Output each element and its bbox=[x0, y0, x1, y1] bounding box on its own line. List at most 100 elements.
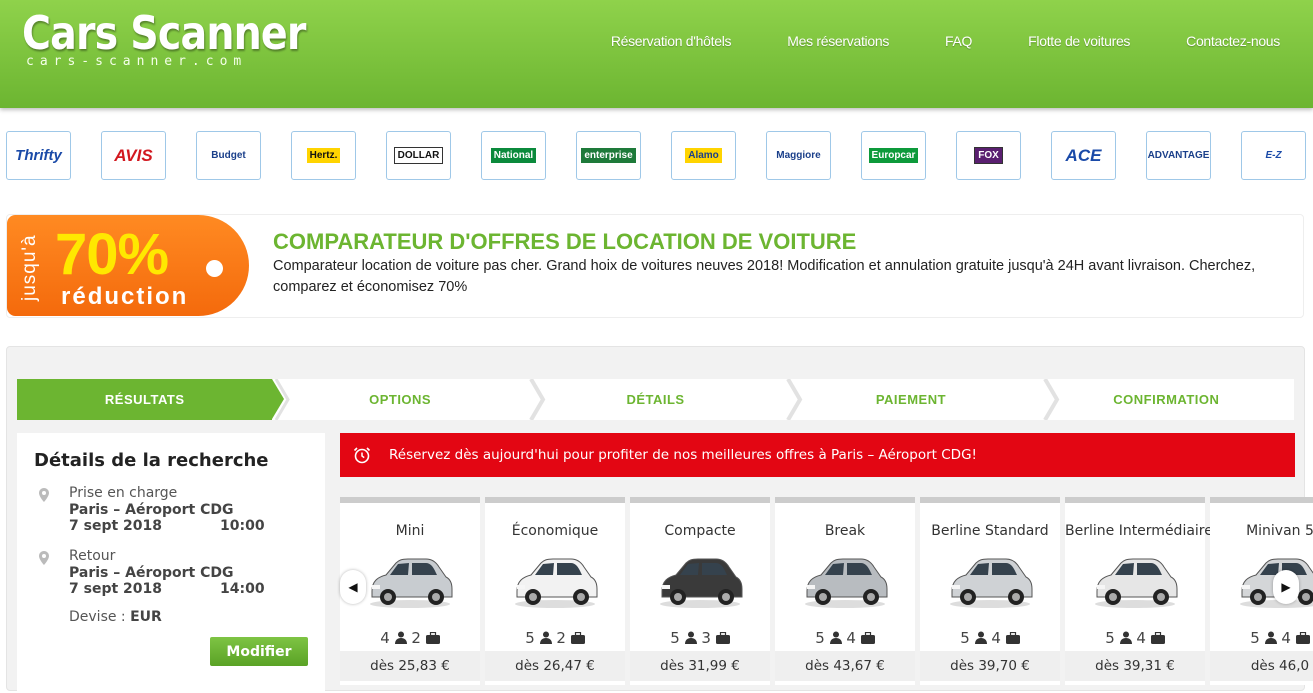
brand-logo-text: Alamo bbox=[685, 148, 722, 163]
brand-logo[interactable]: ACE bbox=[1051, 131, 1116, 180]
bag-count: 3 bbox=[701, 629, 711, 647]
car-price[interactable]: dès 39,70 € bbox=[920, 651, 1060, 681]
bag-count: 4 bbox=[991, 629, 1001, 647]
logo-subtitle: cars-scanner.com bbox=[26, 54, 248, 69]
location-pin-icon bbox=[39, 488, 49, 502]
car-category-card[interactable]: Compacte 5 3 dès 31,99 € bbox=[630, 497, 770, 685]
bag-count: 2 bbox=[411, 629, 421, 647]
car-price[interactable]: dès 39,31 € bbox=[1065, 651, 1205, 681]
pickup-place: Paris – Aéroport CDG bbox=[69, 502, 234, 518]
nav-hotels[interactable]: Réservation d'hôtels bbox=[611, 33, 732, 49]
carousel-prev-button[interactable]: ◀ bbox=[340, 570, 366, 604]
car-price[interactable]: dès 43,67 € bbox=[775, 651, 915, 681]
car-image bbox=[515, 558, 598, 608]
brand-logo[interactable]: AVIS bbox=[101, 131, 166, 180]
seat-count: 5 bbox=[960, 629, 970, 647]
car-price[interactable]: dès 31,99 € bbox=[630, 651, 770, 681]
suitcase-icon bbox=[1295, 632, 1310, 644]
promo-text: Comparateur location de voiture pas cher… bbox=[273, 258, 1256, 295]
brand-logo[interactable]: Maggiore bbox=[766, 131, 831, 180]
nav-fleet[interactable]: Flotte de voitures bbox=[1028, 33, 1130, 49]
car-category-card[interactable]: Berline Intermédiaire 5 4 dès 39,31 € bbox=[1065, 497, 1213, 685]
car-price[interactable]: dès 25,83 € bbox=[340, 651, 480, 681]
car-category-card[interactable]: Break 5 4 dès 43,67 € bbox=[775, 497, 915, 685]
car-category-card[interactable]: Économique 5 2 dès 26,47 € bbox=[485, 497, 625, 685]
car-specs: 5 4 bbox=[1065, 629, 1205, 647]
suitcase-icon bbox=[860, 632, 875, 644]
person-icon bbox=[1119, 631, 1132, 644]
pickup-time: 10:00 bbox=[220, 518, 265, 534]
brand-logo-text: enterprise bbox=[581, 148, 636, 163]
brand-logo[interactable]: Hertz. bbox=[291, 131, 356, 180]
car-specs: 5 4 bbox=[920, 629, 1060, 647]
car-category-carousel: Mini 4 2 dès 25,83 € Économique 5 2 dès … bbox=[340, 497, 1313, 685]
chevron-left-icon: ◀ bbox=[348, 580, 358, 594]
car-specs: 5 4 bbox=[775, 629, 915, 647]
step-separator bbox=[786, 379, 803, 420]
brand-logo[interactable]: Europcar bbox=[861, 131, 926, 180]
logo-title[interactable]: Cars Scanner bbox=[22, 6, 306, 60]
main-nav: Réservation d'hôtels Mes réservations FA… bbox=[555, 33, 1280, 49]
brand-logo-text: DOLLAR bbox=[393, 147, 444, 164]
brand-logo[interactable]: ADVANTAGE bbox=[1146, 131, 1211, 180]
car-specs: 5 3 bbox=[630, 629, 770, 647]
car-category-name: Berline Intermédiaire bbox=[1065, 523, 1213, 539]
car-image bbox=[370, 558, 453, 608]
car-category-card[interactable]: Berline Standard 5 4 dès 39,70 € bbox=[920, 497, 1060, 685]
seat-count: 5 bbox=[815, 629, 825, 647]
brand-logo[interactable]: National bbox=[481, 131, 546, 180]
carousel-next-button[interactable]: ▶ bbox=[1273, 570, 1299, 604]
car-specs: 5 2 bbox=[485, 629, 625, 647]
person-icon bbox=[829, 631, 842, 644]
brand-logo-text: ADVANTAGE bbox=[1147, 148, 1210, 163]
car-specs: 5 4 bbox=[1210, 629, 1313, 647]
suitcase-icon bbox=[1150, 632, 1165, 644]
suitcase-icon bbox=[425, 632, 440, 644]
currency-label: Devise : bbox=[69, 609, 126, 625]
pickup-label: Prise en charge bbox=[69, 485, 178, 501]
brand-logo-text: National bbox=[490, 148, 537, 163]
step-separator bbox=[1043, 379, 1060, 420]
brand-logo[interactable]: Thrifty bbox=[6, 131, 71, 180]
return-time: 14:00 bbox=[220, 581, 265, 597]
brand-logo[interactable]: FOX bbox=[956, 131, 1021, 180]
brand-logo[interactable]: Alamo bbox=[671, 131, 736, 180]
nav-reservations[interactable]: Mes réservations bbox=[787, 33, 889, 49]
brand-logo-text: Budget bbox=[208, 148, 249, 163]
brand-logo[interactable]: enterprise bbox=[576, 131, 641, 180]
brand-logo-text: Europcar bbox=[868, 148, 919, 163]
brand-logo-text: ACE bbox=[1062, 143, 1105, 168]
promo-banner: jusqu'à 70% réduction COMPARATEUR D'OFFR… bbox=[6, 214, 1304, 318]
car-category-name: Minivan 5 bbox=[1246, 523, 1313, 539]
return-place: Paris – Aéroport CDG bbox=[69, 565, 234, 581]
car-category-name: Berline Standard bbox=[931, 523, 1049, 539]
brand-logo[interactable]: Budget bbox=[196, 131, 261, 180]
nav-faq[interactable]: FAQ bbox=[945, 33, 972, 49]
step-separator bbox=[274, 379, 290, 420]
bag-count: 4 bbox=[846, 629, 856, 647]
modify-button[interactable]: Modifier bbox=[210, 637, 308, 666]
brand-logo-text: E-Z bbox=[1262, 148, 1285, 163]
seat-count: 5 bbox=[1105, 629, 1115, 647]
car-image bbox=[1095, 558, 1178, 608]
badge-reduction: réduction bbox=[61, 283, 189, 310]
seat-count: 5 bbox=[525, 629, 535, 647]
brand-logo[interactable]: DOLLAR bbox=[386, 131, 451, 180]
discount-badge: jusqu'à 70% réduction bbox=[7, 215, 249, 316]
car-price[interactable]: dès 26,47 € bbox=[485, 651, 625, 681]
step-separators bbox=[274, 379, 1060, 420]
car-price[interactable]: dès 46,0 bbox=[1210, 651, 1313, 681]
return-label: Retour bbox=[69, 548, 116, 564]
badge-jusqu-text: jusqu'à bbox=[19, 234, 40, 301]
person-icon bbox=[684, 631, 697, 644]
seat-count: 5 bbox=[670, 629, 680, 647]
alert-text: Réservez dès aujourd'hui pour profiter d… bbox=[389, 447, 977, 463]
brand-logo[interactable]: E-Z bbox=[1241, 131, 1306, 180]
site-header: Cars Scanner cars-scanner.com Réservatio… bbox=[0, 0, 1313, 108]
promo-title: COMPARATEUR D'OFFRES DE LOCATION DE VOIT… bbox=[273, 229, 857, 254]
car-image bbox=[950, 558, 1033, 608]
brand-logo-text: Maggiore bbox=[773, 148, 824, 163]
bag-count: 4 bbox=[1136, 629, 1146, 647]
nav-contact[interactable]: Contactez-nous bbox=[1186, 33, 1280, 49]
person-icon bbox=[974, 631, 987, 644]
